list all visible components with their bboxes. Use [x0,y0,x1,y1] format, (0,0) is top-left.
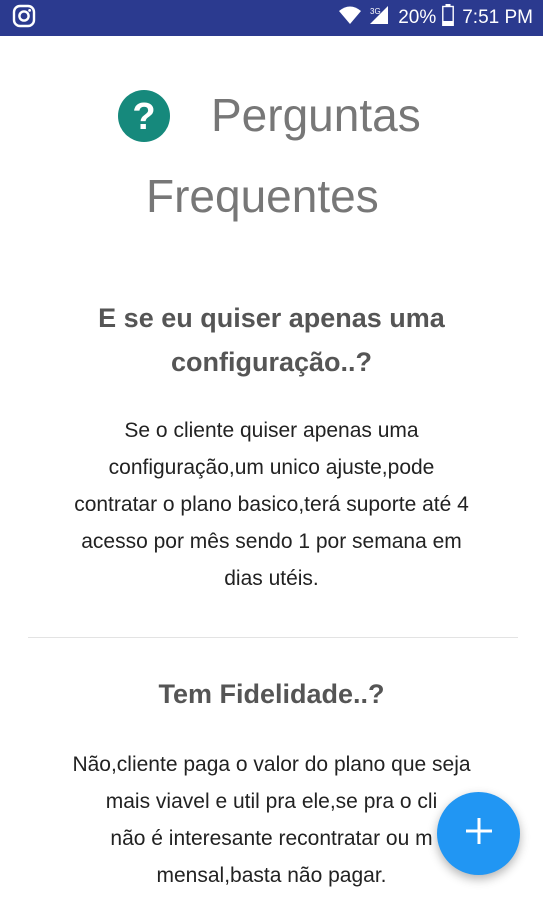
plus-icon [463,815,495,852]
faq-answer-line: configuração,um unico ajuste,pode [108,456,435,479]
page-title-line1: Perguntas [211,89,421,141]
status-time: 7:51 PM [462,7,533,28]
faq-question-line: Tem Fidelidade..? [158,679,385,709]
faq-item: E se eu quiser apenas uma configuração..… [0,296,543,597]
faq-answer-line: mensal,basta não pagar. [156,864,387,887]
svg-text:?: ? [132,96,155,138]
svg-text:3G: 3G [370,7,381,16]
faq-question-line: configuração..? [170,347,373,377]
faq-screen: 3G 20% 7:51 PM ? Perguntas Frequentes E … [0,0,543,900]
faq-question-line: E se eu quiser apenas uma [98,303,445,333]
status-bar: 3G 20% 7:51 PM [0,0,543,36]
battery-icon [442,4,455,32]
faq-question: E se eu quiser apenas uma configuração..… [0,296,543,384]
faq-answer-line: contratar o plano basico,terá suporte at… [74,493,469,516]
instagram-icon [12,4,36,33]
wifi-icon [338,5,362,31]
battery-percent: 20% [398,7,437,28]
faq-answer-line: dias utéis. [224,567,319,590]
cell-signal-icon: 3G [368,5,390,31]
add-fab-button[interactable] [437,792,520,875]
faq-answer-line: Se o cliente quiser apenas uma [124,419,419,442]
faq-question: Tem Fidelidade..? [0,672,543,716]
faq-answer-line: acesso por mês sendo 1 por semana em [81,530,462,553]
page-title-line2: Frequentes [146,170,379,222]
faq-answer: Se o cliente quiser apenas uma configura… [0,412,543,597]
help-circle-icon: ? [117,89,171,143]
faq-answer-line: Não,cliente paga o valor do plano que se… [72,753,471,776]
section-divider [28,637,518,638]
page-header: ? Perguntas Frequentes [0,78,543,228]
